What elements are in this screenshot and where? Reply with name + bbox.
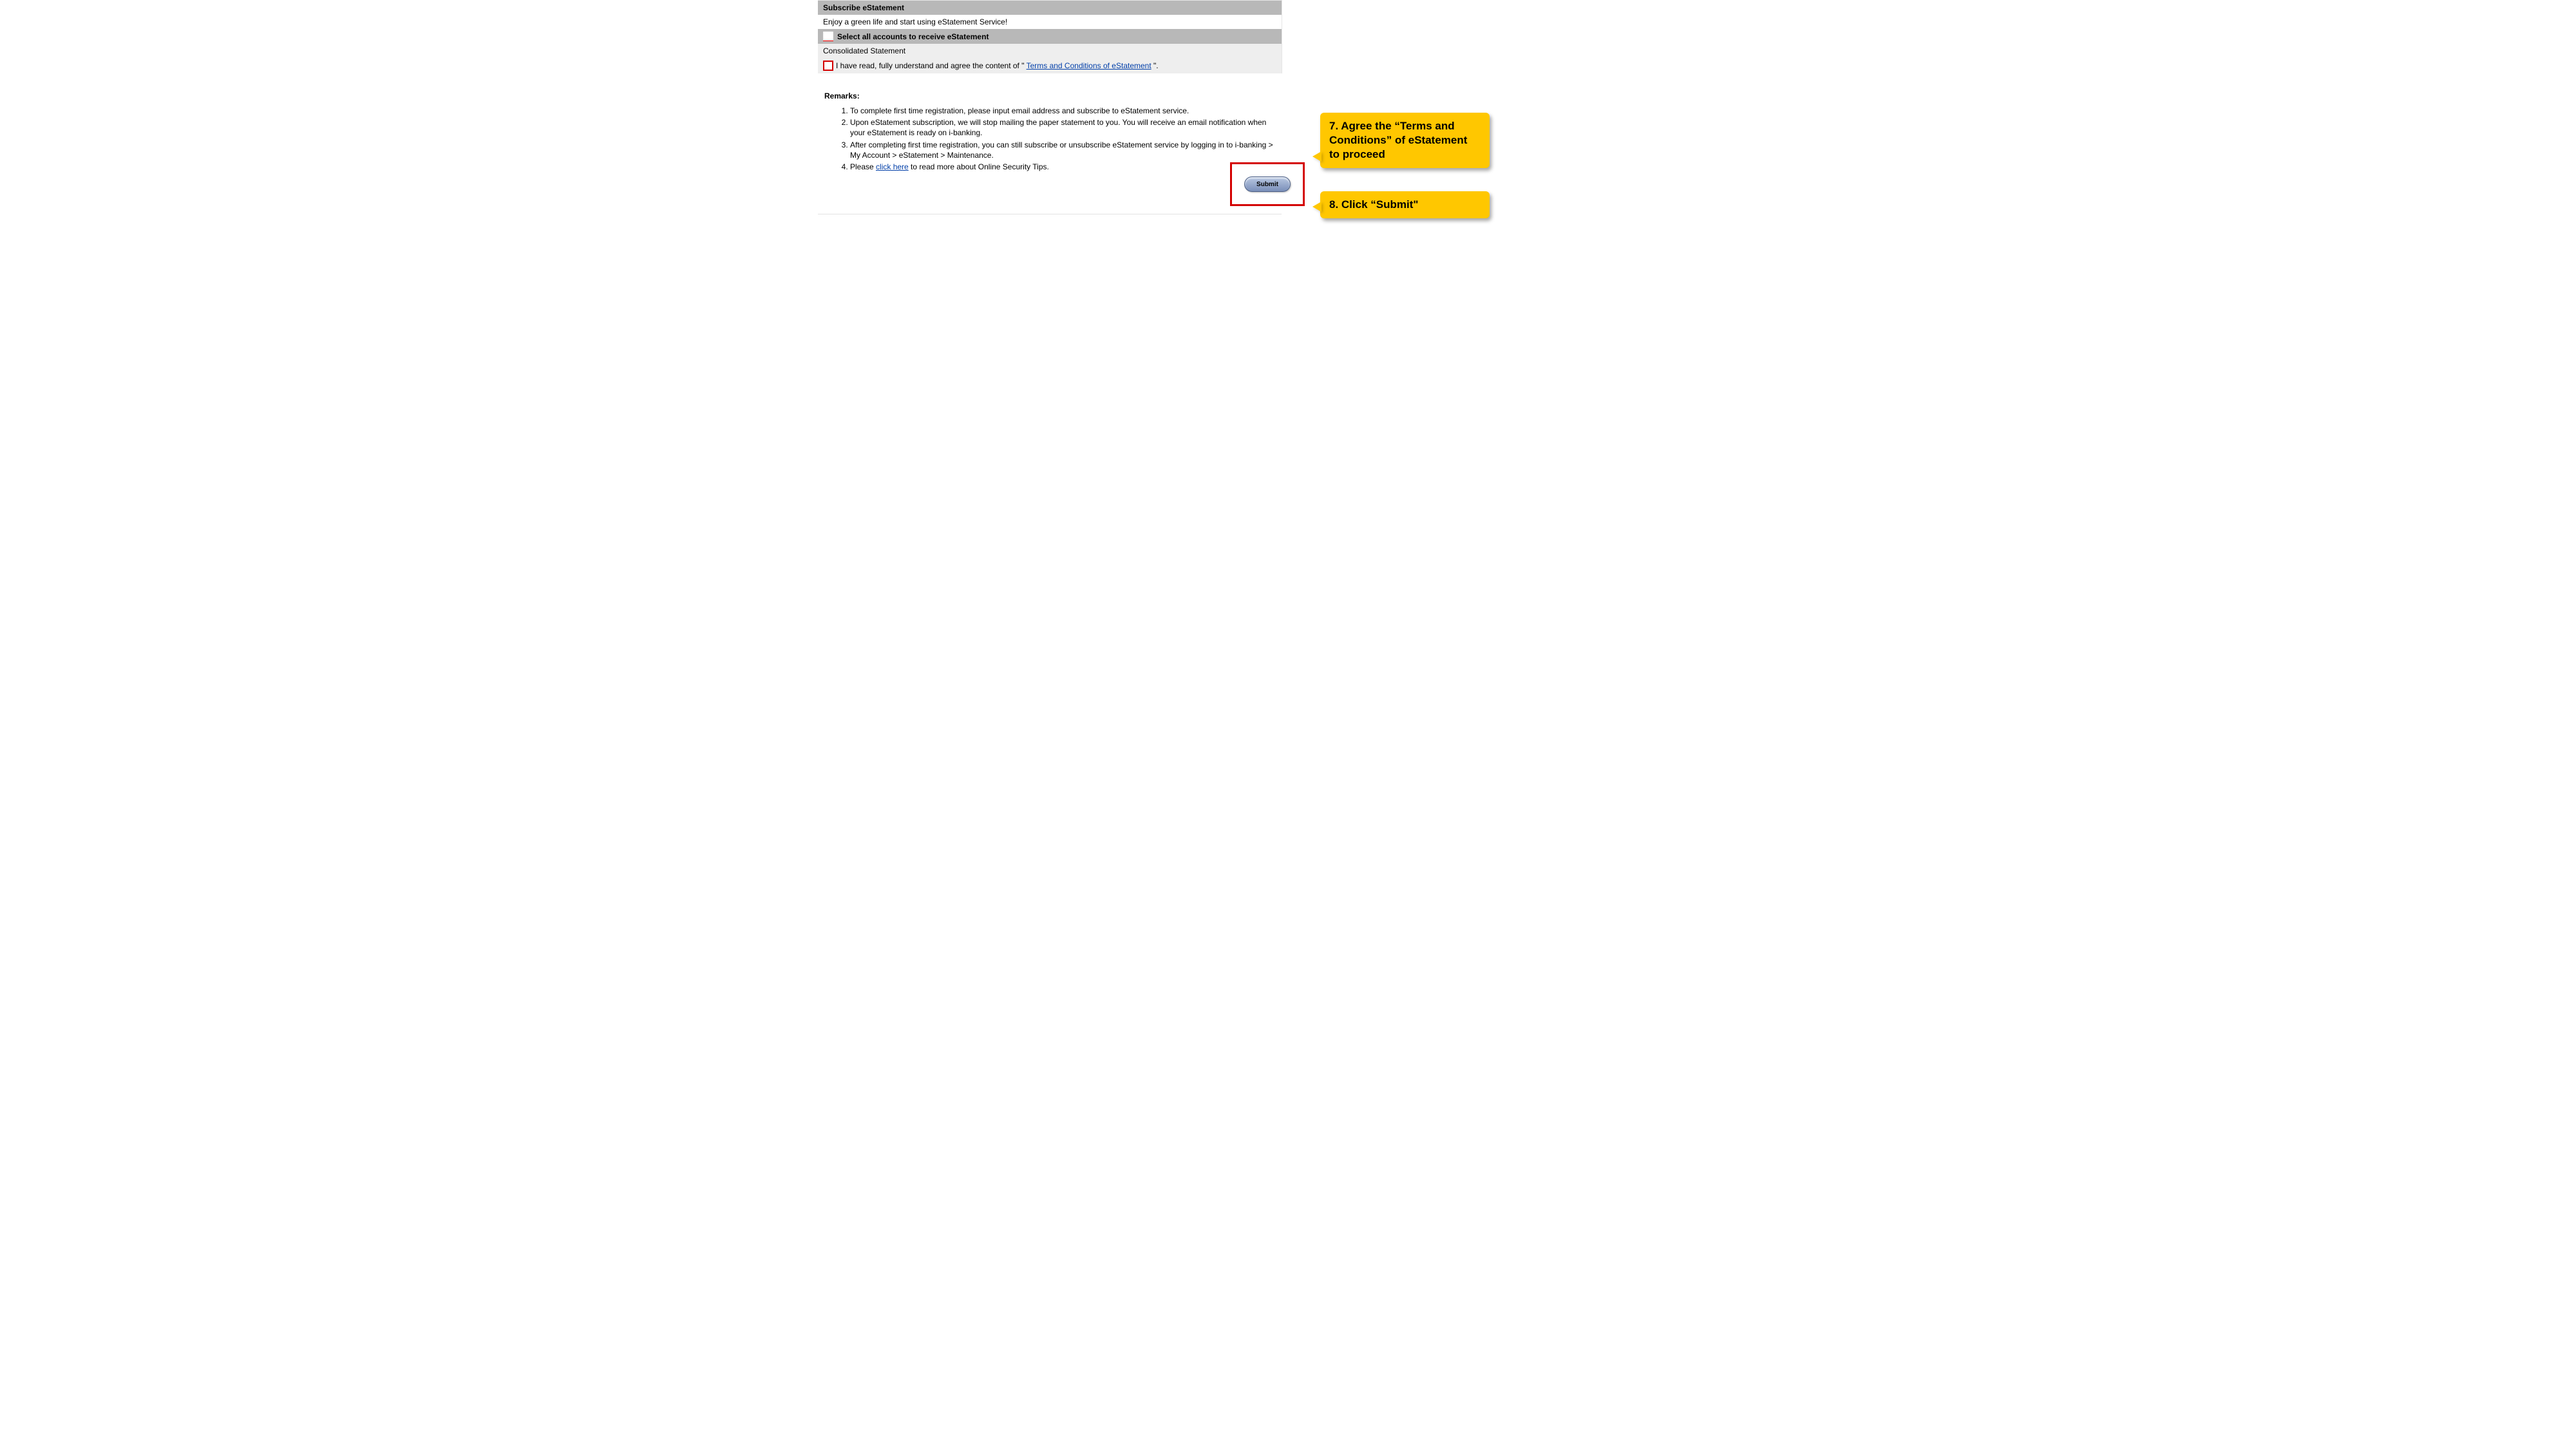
agree-checkbox[interactable] [823, 61, 833, 71]
select-all-row: Select all accounts to receive eStatemen… [818, 29, 1282, 44]
instruction-callout-8: 8. Click “Submit" [1320, 191, 1490, 218]
estatement-form: Subscribe eStatement Enjoy a green life … [818, 0, 1282, 73]
agree-row: I have read, fully understand and agree … [818, 58, 1282, 73]
section-title: Subscribe eStatement [823, 3, 904, 12]
intro-row: Enjoy a green life and start using eStat… [818, 15, 1282, 29]
instruction-callout-7: 7. Agree the “Terms and Conditions” of e… [1320, 113, 1490, 168]
agree-prefix: I have read, fully understand and agree … [836, 61, 1027, 70]
list-item: After completing first time registration… [850, 140, 1282, 162]
select-all-label: Select all accounts to receive eStatemen… [837, 32, 989, 41]
remark4-prefix: Please [850, 162, 876, 171]
select-all-checkbox[interactable] [823, 32, 833, 41]
terms-link[interactable]: Terms and Conditions of eStatement [1027, 61, 1151, 70]
intro-text: Enjoy a green life and start using eStat… [823, 17, 1007, 26]
remark4-suffix: to read more about Online Security Tips. [909, 162, 1049, 171]
submit-highlight-box: Submit [1230, 162, 1305, 206]
remarks-heading: Remarks: [818, 79, 1282, 106]
agree-text: I have read, fully understand and agree … [836, 61, 1159, 70]
section-header: Subscribe eStatement [818, 1, 1282, 15]
remarks-section: Remarks: To complete first time registra… [818, 73, 1287, 178]
submit-button[interactable]: Submit [1244, 176, 1291, 192]
list-item: To complete first time registration, ple… [850, 106, 1282, 117]
list-item: Please click here to read more about Onl… [850, 162, 1282, 173]
security-tips-link[interactable]: click here [876, 162, 909, 171]
list-item: Upon eStatement subscription, we will st… [850, 117, 1282, 139]
agree-suffix: ". [1151, 61, 1159, 70]
account-row: Consolidated Statement [818, 44, 1282, 58]
account-name: Consolidated Statement [823, 46, 905, 55]
remarks-list: To complete first time registration, ple… [818, 106, 1282, 173]
